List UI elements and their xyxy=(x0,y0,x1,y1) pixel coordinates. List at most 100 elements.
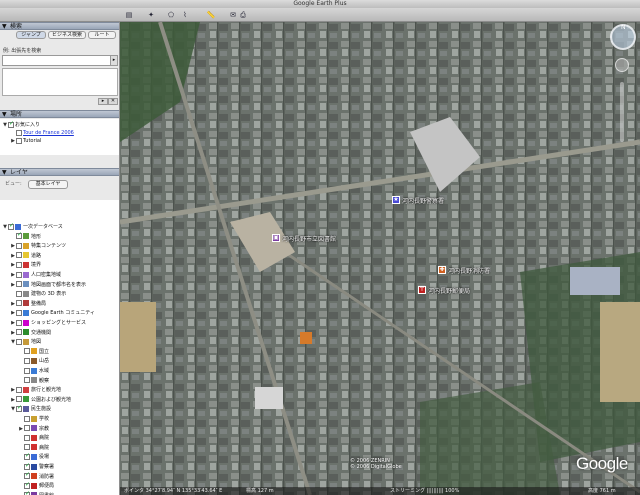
layer-checkbox[interactable] xyxy=(24,471,30,480)
layer-item[interactable]: 山岳 xyxy=(18,357,49,365)
post-office-pin-icon[interactable]: 〒 xyxy=(418,286,426,294)
layer-item[interactable]: ▶ 旅行と観光地 xyxy=(10,386,61,394)
search-panel-header[interactable]: ▼ 検索 xyxy=(0,22,119,30)
layer-item[interactable]: ▶ ショッピングとサービス xyxy=(10,319,86,327)
layer-checkbox[interactable] xyxy=(16,252,22,259)
path-icon[interactable]: ⌇ xyxy=(180,10,190,20)
layer-checkbox[interactable] xyxy=(16,396,22,403)
tab-directions[interactable]: ルート xyxy=(88,31,116,39)
collapse-triangle-icon[interactable]: ▼ xyxy=(2,111,7,118)
results-clear-button[interactable]: ✕ xyxy=(108,98,118,105)
layer-item[interactable]: 地形 xyxy=(10,231,41,241)
polygon-icon[interactable]: ⬠ xyxy=(166,10,176,20)
search-results-list[interactable] xyxy=(2,68,118,96)
layers-panel-header[interactable]: ▼ レイヤ xyxy=(0,168,119,176)
layer-checkbox[interactable] xyxy=(16,404,22,412)
layer-item[interactable]: 病院 xyxy=(18,434,49,442)
layer-checkbox[interactable] xyxy=(16,300,22,307)
imagery-copyright: © 2006 ZENRIN © 2006 DigitalGlobe xyxy=(350,458,402,470)
placemark-icon[interactable]: ✦ xyxy=(146,10,156,20)
layer-checkbox[interactable] xyxy=(16,309,22,316)
library-pin-icon[interactable]: ▣ xyxy=(272,234,280,242)
tilt-control-icon[interactable] xyxy=(615,58,629,72)
layer-checkbox[interactable] xyxy=(16,261,22,268)
zoom-slider[interactable] xyxy=(620,82,624,142)
place-label[interactable]: Tour de France 2006 xyxy=(23,130,74,136)
compass-icon[interactable]: N xyxy=(610,24,636,50)
library-label[interactable]: 河内長野市立図書館 xyxy=(282,234,336,243)
sidebar-toggle-icon[interactable]: ▤ xyxy=(124,10,134,20)
layer-item[interactable]: 警察署 xyxy=(18,462,54,471)
layer-checkbox[interactable] xyxy=(16,338,22,345)
place-checkbox[interactable] xyxy=(16,137,22,144)
layer-checkbox[interactable] xyxy=(8,222,14,230)
layer-item[interactable]: 観察 xyxy=(18,377,49,385)
police-station-label[interactable]: 河内長野警察署 xyxy=(402,196,444,205)
layer-label: 消防署 xyxy=(39,473,55,480)
layer-item[interactable]: ▼一次データベース xyxy=(2,222,63,231)
layers-view-tab[interactable]: 基本レイヤ xyxy=(28,180,68,189)
place-checkbox[interactable] xyxy=(16,129,22,136)
places-panel-header[interactable]: ▼ 場所 xyxy=(0,110,119,118)
collapse-triangle-icon[interactable]: ▼ xyxy=(2,23,7,30)
layer-item[interactable]: 学校 xyxy=(18,415,49,423)
place-checkbox[interactable] xyxy=(8,120,14,128)
print-icon[interactable]: ⎙ xyxy=(238,10,248,20)
post-office-label[interactable]: 河内長野郵便局 xyxy=(428,286,470,295)
layer-item[interactable]: ▶ 公園および観光地 xyxy=(10,396,71,404)
search-input[interactable] xyxy=(2,55,116,66)
layer-item[interactable]: ▶ 境界 xyxy=(10,261,41,269)
places-item[interactable]: ▶ Tutorial xyxy=(10,137,41,145)
layer-checkbox[interactable] xyxy=(24,434,30,441)
layer-item[interactable]: 病院 xyxy=(18,444,49,452)
layer-item[interactable]: 郵便局 xyxy=(18,481,54,490)
results-prev-button[interactable]: ▸ xyxy=(98,98,108,105)
layer-item[interactable]: ▶ 交通機関 xyxy=(10,329,51,337)
police-station-pin-icon[interactable]: ★ xyxy=(392,196,400,204)
search-go-button[interactable]: ▸ xyxy=(110,55,118,66)
layer-item[interactable]: 国立 xyxy=(18,348,49,356)
layer-item[interactable]: ▶ 宗教 xyxy=(18,425,49,433)
collapse-triangle-icon[interactable]: ▼ xyxy=(2,169,7,176)
email-icon[interactable]: ✉ xyxy=(228,10,238,20)
layer-checkbox[interactable] xyxy=(24,462,30,470)
layer-checkbox[interactable] xyxy=(24,357,30,364)
tab-business-search[interactable]: ビジネス検索 xyxy=(48,31,86,39)
layer-checkbox[interactable] xyxy=(24,452,30,460)
layer-checkbox[interactable] xyxy=(16,281,22,288)
fire-station-pin-icon[interactable]: ✚ xyxy=(438,266,446,274)
map-view[interactable]: ★ 河内長野警察署 ▣ 河内長野市立図書館 ✚ 河内長野消防署 〒 河内長野郵便… xyxy=(120,22,640,495)
layer-item[interactable]: 水域 xyxy=(18,367,49,375)
layer-checkbox[interactable] xyxy=(24,444,30,451)
layer-checkbox[interactable] xyxy=(24,367,30,374)
ruler-icon[interactable]: 📏 xyxy=(206,10,216,20)
layer-checkbox[interactable] xyxy=(16,329,22,336)
layer-checkbox[interactable] xyxy=(16,271,22,278)
tab-fly-to[interactable]: ジャンプ xyxy=(16,31,46,39)
layer-checkbox[interactable] xyxy=(24,348,30,355)
fire-station-label[interactable]: 河内長野消防署 xyxy=(448,266,490,275)
layer-item[interactable]: ▶ 整備局 xyxy=(10,300,46,308)
layer-checkbox[interactable] xyxy=(24,377,30,384)
places-item[interactable]: ▼お気に入り xyxy=(2,120,40,129)
layer-checkbox[interactable] xyxy=(24,415,30,422)
layer-item[interactable]: ▶ 人口密集地域 xyxy=(10,271,61,279)
layer-item[interactable]: 消防署 xyxy=(18,471,55,481)
layer-checkbox[interactable] xyxy=(24,425,30,432)
layer-checkbox[interactable] xyxy=(16,242,22,249)
layer-item[interactable]: 建物の 3D 表示 xyxy=(10,290,66,298)
layer-item[interactable]: ▶ 道路 xyxy=(10,252,41,260)
layer-checkbox[interactable] xyxy=(24,481,30,489)
layer-label: 旅行と観光地 xyxy=(31,387,62,394)
layer-item[interactable]: ▼民生施設 xyxy=(10,404,51,413)
layer-item[interactable]: ▶ Google Earth コミュニティ xyxy=(10,309,95,317)
layer-checkbox[interactable] xyxy=(16,386,22,393)
layer-checkbox[interactable] xyxy=(16,231,22,240)
places-item[interactable]: Tour de France 2006 xyxy=(10,129,74,137)
layer-item[interactable]: ▼ 地図 xyxy=(10,338,41,346)
layer-checkbox[interactable] xyxy=(16,290,22,297)
layer-item[interactable]: ▶ 特集コンテンツ xyxy=(10,242,66,250)
layer-item[interactable]: ▶ 地図画面で都市名を表示 xyxy=(10,281,86,289)
layer-checkbox[interactable] xyxy=(16,319,22,326)
layer-item[interactable]: 役場 xyxy=(18,452,49,461)
